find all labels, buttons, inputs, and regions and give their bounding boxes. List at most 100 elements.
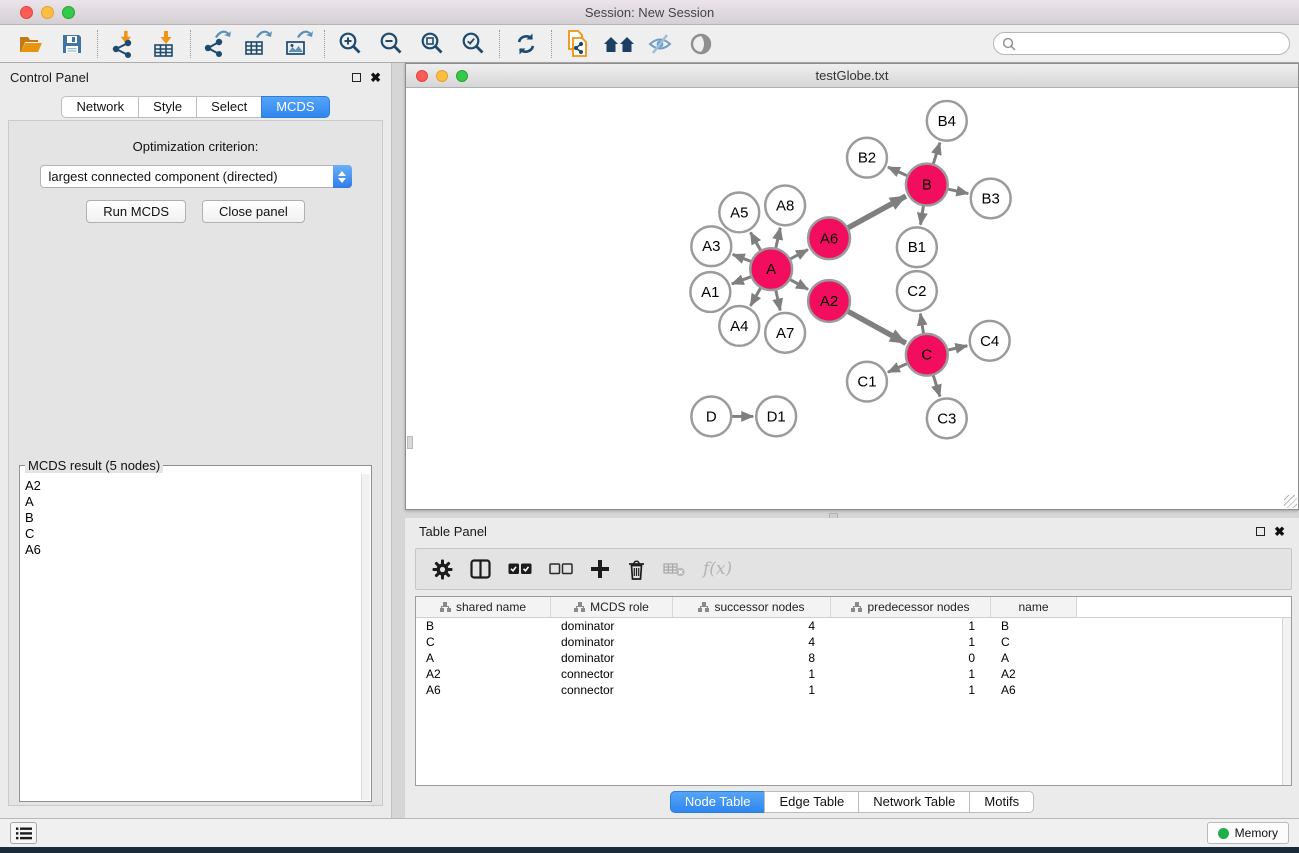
home-icon[interactable] (598, 27, 639, 61)
close-window-button[interactable] (20, 6, 33, 19)
tab-mcds[interactable]: MCDS (261, 96, 329, 118)
export-network-icon[interactable] (196, 27, 237, 61)
cell-name: A (991, 651, 1077, 665)
column-header-successor-nodes[interactable]: successor nodes (673, 597, 831, 617)
node-C2[interactable]: C2 (897, 271, 937, 311)
close-panel-icon[interactable]: ✖ (370, 73, 381, 82)
memory-button[interactable]: Memory (1207, 822, 1289, 844)
tab-node-table[interactable]: Node Table (670, 791, 766, 813)
clone-network-icon[interactable] (557, 27, 598, 61)
column-header-predecessor-nodes[interactable]: predecessor nodes (831, 597, 991, 617)
show-panels-button[interactable] (10, 822, 37, 844)
table-row[interactable]: A2connector11A2 (416, 666, 1291, 682)
run-mcds-button[interactable]: Run MCDS (86, 200, 186, 223)
criterion-select[interactable]: largest connected component (directed) (40, 165, 352, 188)
hide-eye-icon[interactable] (639, 27, 680, 61)
node-A3[interactable]: A3 (691, 226, 731, 266)
zoom-window-button[interactable] (62, 6, 75, 19)
svg-text:A4: A4 (730, 318, 748, 335)
close-table-panel-icon[interactable]: ✖ (1274, 527, 1285, 536)
import-table-icon[interactable] (144, 27, 185, 61)
tab-network-table[interactable]: Network Table (858, 791, 970, 813)
zoom-selected-icon[interactable] (453, 27, 494, 61)
node-A8[interactable]: A8 (765, 186, 805, 226)
node-B1[interactable]: B1 (897, 227, 937, 267)
node-A5[interactable]: A5 (719, 193, 759, 233)
refresh-icon[interactable] (505, 27, 546, 61)
node-D[interactable]: D (691, 397, 731, 437)
show-eye-icon[interactable] (680, 27, 721, 61)
settings-gear-icon[interactable] (432, 559, 453, 580)
edge-B-B1 (920, 203, 923, 224)
export-image-icon[interactable] (278, 27, 319, 61)
node-D1[interactable]: D1 (756, 397, 796, 437)
node-A7[interactable]: A7 (765, 313, 805, 353)
cell-shared-name: A6 (416, 683, 551, 697)
node-C4[interactable]: C4 (970, 321, 1010, 361)
column-header-name[interactable]: name (991, 597, 1077, 617)
node-A[interactable]: A (750, 248, 792, 290)
minimize-window-button[interactable] (41, 6, 54, 19)
import-network-icon[interactable] (103, 27, 144, 61)
node-B4[interactable]: B4 (927, 101, 967, 141)
node-A4[interactable]: A4 (719, 306, 759, 346)
open-session-icon[interactable] (10, 27, 51, 61)
mcds-result-item[interactable]: A (25, 494, 371, 510)
tab-network[interactable]: Network (61, 96, 139, 118)
mcds-result-item[interactable]: A2 (25, 478, 371, 494)
column-header-shared-name[interactable]: shared name (416, 597, 551, 617)
delete-table-icon[interactable] (663, 561, 686, 577)
split-panel-icon[interactable] (470, 559, 491, 579)
right-area: testGlobe.txt B4B2BB3A5A8A (392, 63, 1299, 818)
result-scrollbar[interactable] (361, 474, 370, 800)
node-B2[interactable]: B2 (847, 138, 887, 178)
search-input[interactable] (1021, 37, 1289, 51)
float-panel-icon[interactable] (352, 73, 361, 82)
node-B3[interactable]: B3 (971, 179, 1011, 219)
window-resize-grip[interactable] (1284, 495, 1297, 508)
node-A2[interactable]: A2 (808, 280, 850, 322)
table-row[interactable]: Bdominator41B (416, 618, 1291, 634)
tab-motifs[interactable]: Motifs (969, 791, 1034, 813)
mcds-result-item[interactable]: A6 (25, 542, 371, 558)
network-canvas[interactable]: B4 B2 B B3 A5A8A6 B1 A3 A C2 A1 A2 A4 A7 C4 C C1 C3 D D1 (406, 88, 1298, 509)
mcds-result-item[interactable]: B (25, 510, 371, 526)
mcds-result-item[interactable]: C (25, 526, 371, 542)
select-all-icon[interactable] (508, 563, 532, 575)
float-table-panel-icon[interactable] (1256, 527, 1265, 536)
add-column-icon[interactable] (590, 559, 610, 579)
hierarchy-icon (574, 602, 585, 612)
tab-style[interactable]: Style (138, 96, 197, 118)
network-close-button[interactable] (416, 70, 428, 82)
zoom-fit-icon[interactable] (412, 27, 453, 61)
search-field[interactable] (993, 32, 1290, 55)
save-session-icon[interactable] (51, 27, 92, 61)
node-A1[interactable]: A1 (690, 272, 730, 312)
column-header-mcds-role[interactable]: MCDS role (551, 597, 673, 617)
zoom-in-icon[interactable] (330, 27, 371, 61)
table-scrollbar[interactable] (1282, 618, 1291, 785)
export-table-icon[interactable] (237, 27, 278, 61)
hierarchy-icon (698, 602, 709, 612)
node-C1[interactable]: C1 (847, 362, 887, 402)
svg-text:B1: B1 (908, 239, 926, 256)
delete-column-icon[interactable] (627, 559, 646, 580)
node-C3[interactable]: C3 (927, 399, 967, 439)
table-row[interactable]: Adominator80A (416, 650, 1291, 666)
node-C[interactable]: C (906, 334, 948, 376)
canvas-splitter-grip[interactable] (407, 436, 413, 449)
tab-select[interactable]: Select (196, 96, 262, 118)
close-panel-button[interactable]: Close panel (202, 200, 305, 223)
traffic-lights (20, 6, 75, 19)
node-B[interactable]: B (906, 164, 948, 206)
table-row[interactable]: A6connector11A6 (416, 682, 1291, 698)
function-builder-icon[interactable]: f(x) (703, 559, 732, 579)
network-minimize-button[interactable] (436, 70, 448, 82)
tab-edge-table[interactable]: Edge Table (764, 791, 859, 813)
network-zoom-button[interactable] (456, 70, 468, 82)
cytoscape-app: Session: New Session (0, 0, 1299, 853)
node-A6[interactable]: A6 (808, 217, 850, 259)
table-row[interactable]: Cdominator41C (416, 634, 1291, 650)
deselect-all-icon[interactable] (549, 563, 573, 575)
zoom-out-icon[interactable] (371, 27, 412, 61)
